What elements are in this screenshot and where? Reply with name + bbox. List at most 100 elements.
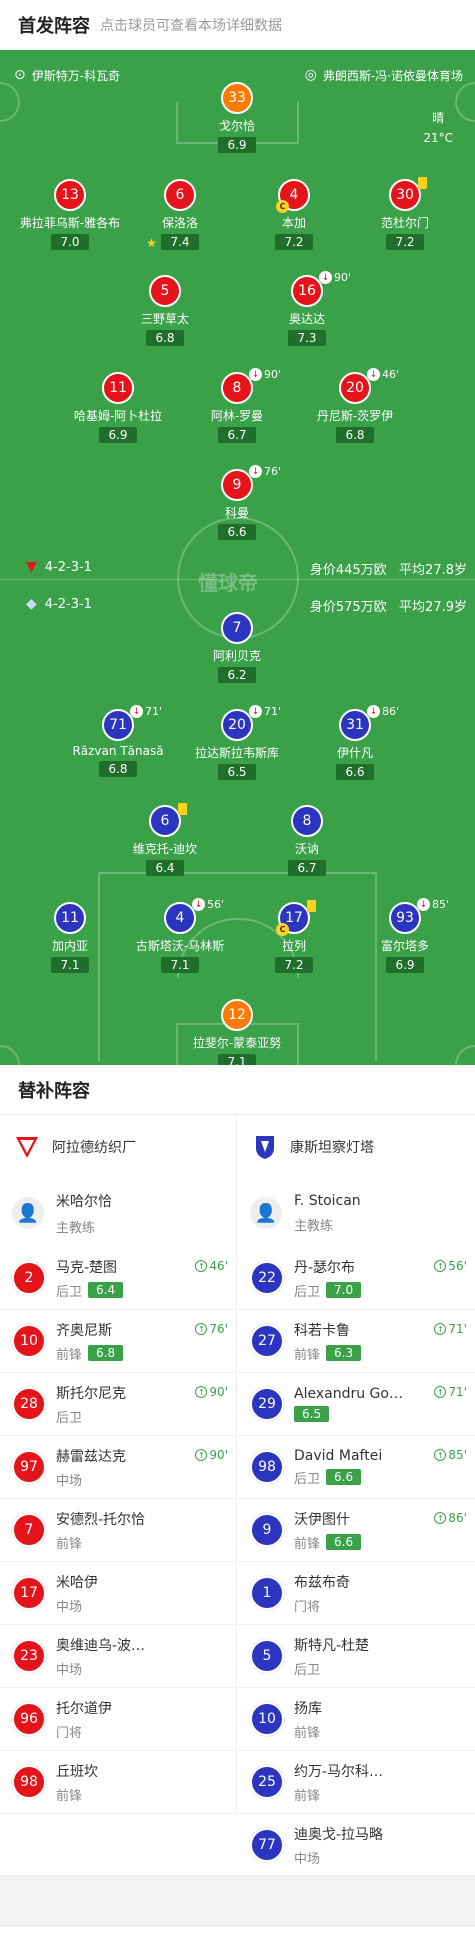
sub-player-name: 丹-瑟尔布	[294, 1259, 356, 1276]
away-player[interactable]: 7 阿利贝克 6.2	[177, 612, 297, 683]
player-name: 三野草太	[140, 312, 189, 326]
yellow-card-icon	[418, 177, 427, 189]
jersey-number: 8 ↓ 90'	[221, 368, 281, 404]
home-player[interactable]: 33 戈尔恰 6.9	[177, 82, 297, 153]
lineup-title: 首发阵容	[18, 16, 90, 37]
lineup-header: 首发阵容 点击球员可查看本场详细数据	[0, 0, 475, 50]
sub-player-row[interactable]: 23 奥维迪乌-波… 中场	[0, 1625, 236, 1688]
sub-player-position: 前锋	[294, 1347, 321, 1363]
sub-player-row[interactable]: 17 米哈伊 中场	[0, 1562, 236, 1625]
sub-player-row[interactable]: 1 布兹布奇 门将	[238, 1562, 475, 1625]
sub-player-name: 约万-马尔科…	[294, 1763, 384, 1780]
sub-player-position: 前锋	[294, 1725, 321, 1741]
sub-player-position: 前锋	[56, 1788, 83, 1804]
sub-player-name: 赫雷兹达克	[56, 1448, 126, 1465]
away-player[interactable]: 6 维克托-迪坎 6.4	[105, 803, 225, 876]
sub-in-tag: ↑ 56'	[434, 1259, 467, 1273]
jersey-number: 20 ↓ 46'	[339, 368, 399, 404]
home-subs-list: 2 马克-楚图 后卫 6.4 ↑ 46' 10 齐奥尼斯 前锋 6.8 ↑ 76' 28 斯托尔尼克 后卫 ↑…	[0, 1247, 236, 1814]
sub-player-row[interactable]: 9 沃伊图什 前锋 6.6 ↑ 86'	[238, 1499, 475, 1562]
away-coach[interactable]: 👤 F. Stoican 主教练	[238, 1179, 475, 1247]
sub-player-row[interactable]: 5 斯特凡-杜楚 后卫	[238, 1625, 475, 1688]
sub-in-icon: ↑	[195, 1449, 208, 1461]
player-rating: 6.4	[146, 860, 184, 876]
home-player[interactable]: 5 三野草太 6.8	[105, 275, 225, 346]
player-rating: 7.1	[51, 957, 89, 973]
player-rating: 6.8	[146, 330, 184, 346]
player-name: 丹尼斯-茨罗伊	[316, 409, 394, 423]
sub-out-tag: ↓ 56'	[192, 898, 224, 911]
jersey-number: 7	[221, 612, 253, 644]
home-crest-icon	[12, 1132, 42, 1162]
sub-in-minute: 85'	[448, 1448, 467, 1462]
away-team-header[interactable]: 康斯坦察灯塔	[238, 1115, 475, 1179]
sub-jersey-number: 96	[12, 1702, 46, 1736]
away-player[interactable]: 31 ↓ 86' 伊什凡 6.6	[295, 705, 415, 780]
jersey-number: 33	[221, 82, 253, 114]
sub-in-tag: ↑ 90'	[195, 1448, 228, 1462]
away-player[interactable]: 93 ↓ 85' 富尔塔多 6.9	[345, 898, 465, 973]
sub-jersey-number: 98	[12, 1765, 46, 1799]
home-player[interactable]: 6 保洛洛 7.4 ★	[120, 179, 240, 250]
player-name: 古斯塔沃-马林斯	[135, 939, 225, 953]
corner-arc-tl	[0, 82, 20, 122]
away-player[interactable]: 17 C 拉列 7.2	[234, 900, 354, 973]
sub-player-row[interactable]: 27 科若卡鲁 前锋 6.3 ↑ 71'	[238, 1310, 475, 1373]
away-player[interactable]: 12 拉斐尔-蒙泰亚努 7.1	[177, 999, 297, 1065]
sub-player-row[interactable]: 10 扬库 前锋	[238, 1688, 475, 1751]
sub-player-row[interactable]: 22 丹-瑟尔布 后卫 7.0 ↑ 56'	[238, 1247, 475, 1310]
sub-player-row[interactable]: 10 齐奥尼斯 前锋 6.8 ↑ 76'	[0, 1310, 236, 1373]
home-player[interactable]: 16 ↓ 90' 奥达达 7.3	[247, 271, 367, 346]
sub-player-name: 科若卡鲁	[294, 1322, 350, 1339]
home-player[interactable]: 13 弗拉菲乌斯-雅各布 7.0	[10, 179, 130, 250]
sub-player-row[interactable]: 96 托尔道伊 门将	[0, 1688, 236, 1751]
sub-in-tag: ↑ 86'	[434, 1511, 467, 1525]
sub-in-tag: ↑ 90'	[195, 1385, 228, 1399]
player-rating: 6.2	[218, 667, 256, 683]
sub-player-row[interactable]: 77 迪奥戈-拉马略 中场	[238, 1814, 475, 1877]
home-coach[interactable]: 👤 米哈尔恰 主教练	[0, 1179, 236, 1247]
player-rating: 6.6	[218, 524, 256, 540]
player-name: 阿林-罗曼	[210, 409, 264, 423]
away-player[interactable]: 71 ↓ 71' Răzvan Tănasă 6.8	[58, 705, 178, 777]
player-name: 富尔塔多	[380, 939, 429, 953]
sub-out-icon: ↓	[130, 705, 143, 718]
sub-out-icon: ↓	[319, 271, 332, 284]
sub-player-name: 斯托尔尼克	[56, 1385, 126, 1402]
sub-in-minute: 90'	[209, 1448, 228, 1462]
home-player[interactable]: 9 ↓ 76' 科曼 6.6	[177, 465, 297, 540]
home-player[interactable]: 8 ↓ 90' 阿林-罗曼 6.7	[177, 368, 297, 443]
home-player[interactable]: 4 C 本加 7.2	[234, 179, 354, 250]
sub-player-row[interactable]: 98 丘班坎 前锋	[0, 1751, 236, 1814]
sub-player-row[interactable]: 25 约万-马尔科… 前锋	[238, 1751, 475, 1814]
home-player[interactable]: 30 范杜尔门 7.2	[345, 177, 465, 250]
away-player[interactable]: 4 ↓ 56' 古斯塔沃-马林斯 7.1	[120, 898, 240, 973]
sub-in-icon: ↑	[434, 1512, 447, 1524]
sub-player-position: 门将	[294, 1599, 321, 1615]
jersey-number: 4C	[276, 179, 310, 213]
sub-out-icon: ↓	[249, 705, 262, 718]
coach-avatar-icon: 👤	[250, 1197, 282, 1229]
sub-player-row[interactable]: 97 赫雷兹达克 中场 ↑ 90'	[0, 1436, 236, 1499]
home-team-header[interactable]: 阿拉德纺织厂	[0, 1115, 236, 1179]
home-formation-row: ▼ 4-2-3-1 身价445万欧 平均27.8岁	[0, 556, 475, 580]
sub-in-icon: ↑	[434, 1386, 447, 1398]
sub-player-row[interactable]: 28 斯托尔尼克 后卫 ↑ 90'	[0, 1373, 236, 1436]
pitch: 懂球帝 ⊙ 伊斯特万-科瓦奇 ◎ 弗朗西斯-冯·诺依曼体育场 晴 21°C ▼ 4…	[0, 50, 475, 1065]
home-player[interactable]: 20 ↓ 46' 丹尼斯-茨罗伊 6.8	[295, 368, 415, 443]
sub-jersey-number: 29	[250, 1387, 284, 1421]
sub-player-row[interactable]: 2 马克-楚图 后卫 6.4 ↑ 46'	[0, 1247, 236, 1310]
sub-in-icon: ↑	[434, 1323, 447, 1335]
sub-player-rating: 6.3	[326, 1345, 362, 1361]
away-coach-name: F. Stoican	[294, 1192, 361, 1209]
away-player[interactable]: 20 ↓ 71' 拉达斯拉韦斯库 6.5	[177, 705, 297, 780]
player-name: 哈基姆-阿卜杜拉	[73, 409, 163, 423]
sub-out-icon: ↓	[192, 898, 205, 911]
sub-player-row[interactable]: 98 David Maftei 后卫 6.6 ↑ 85'	[238, 1436, 475, 1499]
sub-out-icon: ↓	[417, 898, 430, 911]
sub-player-row[interactable]: 7 安德烈-托尔恰 前锋	[0, 1499, 236, 1562]
away-player[interactable]: 8 沃讷 6.7	[247, 805, 367, 876]
sub-player-row[interactable]: 29 Alexandru Go… 6.5 ↑ 71'	[238, 1373, 475, 1436]
away-player[interactable]: 11 加内亚 7.1	[10, 902, 130, 973]
home-player[interactable]: 11 哈基姆-阿卜杜拉 6.9	[58, 372, 178, 443]
